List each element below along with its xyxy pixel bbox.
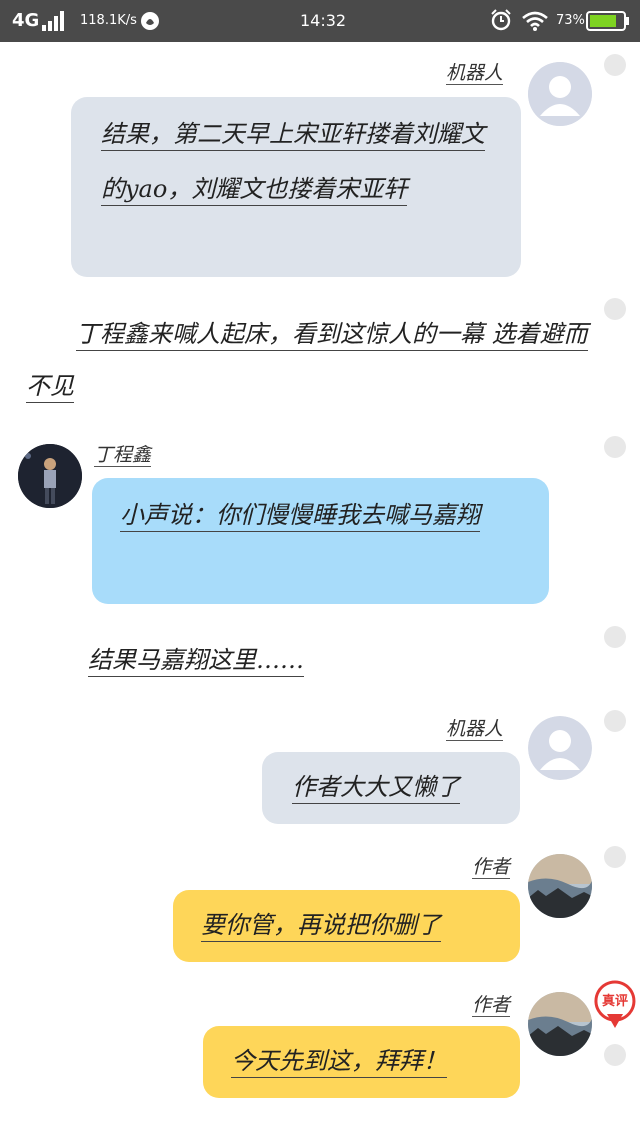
clock-time: 14:32 bbox=[300, 11, 347, 30]
robot-avatar-icon[interactable] bbox=[528, 716, 592, 780]
message-select-dot[interactable] bbox=[604, 626, 626, 648]
robot-avatar-icon[interactable] bbox=[528, 62, 592, 126]
message-bubble[interactable]: 今天先到这，拜拜！ bbox=[203, 1026, 520, 1098]
battery-icon bbox=[586, 11, 629, 31]
narration-line: 结果马嘉翔这里…… bbox=[88, 646, 304, 677]
narration-text: 丁程鑫来喊人起床，看到这惊人的一幕 选着避而不见 bbox=[26, 308, 596, 412]
app-icon bbox=[141, 12, 159, 30]
badge-label: 真评 bbox=[601, 994, 628, 1009]
narration-line: 丁程鑫来喊人起床，看到这惊人的一幕 选着避而不见 bbox=[26, 320, 588, 403]
sender-name: 作者 bbox=[472, 856, 511, 879]
message-select-dot[interactable] bbox=[604, 298, 626, 320]
message-bubble[interactable]: 小声说：你们慢慢睡我去喊马嘉翔 bbox=[92, 478, 549, 604]
author-avatar[interactable] bbox=[528, 854, 592, 918]
message-text: 作者大大又懒了 bbox=[292, 773, 460, 804]
message-text: 结果，第二天早上宋亚轩搂着刘耀文的yao，刘耀文也搂着宋亚轩 bbox=[101, 120, 485, 206]
sender-name: 机器人 bbox=[446, 62, 504, 85]
review-badge: 真评 bbox=[593, 980, 637, 1030]
network-speed: 118.1K/s bbox=[80, 13, 137, 28]
user-avatar[interactable] bbox=[18, 444, 82, 508]
message-select-dot[interactable] bbox=[604, 846, 626, 868]
wifi-icon bbox=[522, 11, 548, 31]
battery-percent: 73% bbox=[556, 13, 585, 28]
message-select-dot[interactable] bbox=[604, 436, 626, 458]
message-text: 要你管，再说把你删了 bbox=[201, 911, 441, 942]
message-select-dot[interactable] bbox=[604, 54, 626, 76]
network-type: 4G bbox=[12, 10, 40, 31]
message-bubble[interactable]: 结果，第二天早上宋亚轩搂着刘耀文的yao，刘耀文也搂着宋亚轩 bbox=[71, 97, 521, 277]
status-bar: 4G 118.1K/s 14:32 73% bbox=[0, 0, 640, 42]
message-text: 小声说：你们慢慢睡我去喊马嘉翔 bbox=[120, 501, 480, 532]
message-select-dot[interactable] bbox=[604, 710, 626, 732]
author-avatar[interactable] bbox=[528, 992, 592, 1056]
alarm-icon bbox=[491, 9, 511, 31]
sender-name: 作者 bbox=[472, 994, 511, 1017]
message-text: 今天先到这，拜拜！ bbox=[231, 1047, 447, 1078]
sender-name: 机器人 bbox=[446, 718, 504, 741]
narration-text: 结果马嘉翔这里…… bbox=[88, 634, 304, 686]
message-select-dot[interactable] bbox=[604, 1044, 626, 1066]
message-bubble[interactable]: 作者大大又懒了 bbox=[262, 752, 520, 824]
sender-name: 丁程鑫 bbox=[94, 444, 152, 467]
message-bubble[interactable]: 要你管，再说把你删了 bbox=[173, 890, 520, 962]
signal-icon bbox=[42, 11, 64, 31]
